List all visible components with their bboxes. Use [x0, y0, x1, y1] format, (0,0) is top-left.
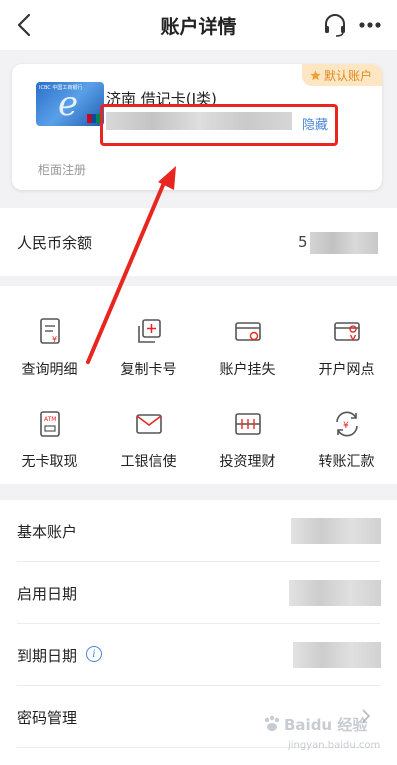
svg-text:¥: ¥ [343, 421, 349, 431]
function-icbc-messenger[interactable]: 工银信使 [99, 394, 198, 474]
star-icon [310, 69, 321, 80]
info-icon[interactable]: i [86, 646, 102, 662]
copy-card-icon [137, 319, 161, 343]
headset-icon[interactable] [322, 12, 348, 38]
balance-visible-digit: 5 [298, 233, 308, 251]
function-label: 账户挂失 [219, 362, 276, 378]
svg-text:¥: ¥ [52, 335, 57, 344]
card-logo-e: e [58, 84, 79, 124]
function-investment[interactable]: 投资理财 [198, 394, 297, 474]
detail-row-expiry-date[interactable]: 到期日期 i [0, 624, 397, 686]
function-label: 转账汇款 [318, 454, 375, 470]
function-cardless-cash[interactable]: ATM 无卡取现 [0, 394, 99, 474]
account-card[interactable]: ICBC 中国工商银行 e 默认账户 济南 借记卡(I类) 隐藏 柜面注册 [12, 64, 382, 190]
baidu-watermark: Baidu 经验 jingyan.baidu.com [262, 712, 394, 762]
function-label: 无卡取现 [21, 454, 78, 470]
function-grid: ¥ 查询明细 复制卡号 账户挂失 开户网点 ATM 无卡取现 工银信使 投资理财… [0, 286, 397, 484]
function-label: 投资理财 [219, 454, 276, 470]
branch-location-icon [333, 322, 360, 341]
detail-label: 到期日期 [17, 647, 78, 665]
balance-label: 人民币余额 [17, 233, 93, 252]
function-label: 复制卡号 [120, 362, 177, 378]
detail-label: 密码管理 [17, 709, 78, 727]
default-account-badge: 默认账户 [301, 64, 382, 86]
top-bar: 账户详情 [0, 0, 397, 50]
default-badge-label: 默认账户 [323, 68, 372, 83]
detail-row-basic-account[interactable]: 基本账户 [0, 500, 397, 562]
more-dots-icon[interactable] [356, 12, 384, 38]
function-transfer[interactable]: ¥ 转账汇款 [297, 394, 396, 474]
detail-row-start-date[interactable]: 启用日期 [0, 562, 397, 624]
detail-value-masked [291, 518, 381, 544]
function-label: 查询明细 [21, 362, 78, 378]
statement-icon: ¥ [39, 318, 60, 344]
detail-value-masked [289, 580, 381, 606]
watermark-url: jingyan.baidu.com [288, 740, 381, 751]
paw-logo-icon [264, 715, 280, 731]
balance-masked [310, 232, 378, 254]
function-report-loss[interactable]: 账户挂失 [198, 302, 297, 382]
function-label: 工银信使 [120, 454, 177, 470]
report-loss-icon [234, 322, 261, 341]
watermark-brand: Baidu 经验 [284, 716, 368, 734]
function-copy-card[interactable]: 复制卡号 [99, 302, 198, 382]
unionpay-logo-icon [87, 114, 101, 123]
atm-icon: ATM [39, 411, 60, 437]
function-label: 开户网点 [318, 362, 375, 378]
detail-label: 基本账户 [17, 523, 78, 541]
investment-icon [234, 413, 261, 435]
transfer-icon: ¥ [335, 411, 358, 437]
bank-card-image: ICBC 中国工商银行 e [36, 82, 104, 126]
page-title: 账户详情 [160, 15, 237, 38]
balance-row[interactable]: 人民币余额 5 [0, 208, 397, 276]
register-channel: 柜面注册 [38, 163, 87, 177]
back-icon[interactable] [10, 10, 40, 40]
svg-text:ATM: ATM [44, 416, 56, 423]
envelope-icon [135, 414, 162, 434]
detail-value-masked [293, 642, 381, 668]
detail-label: 启用日期 [17, 585, 78, 603]
function-branch[interactable]: 开户网点 [297, 302, 396, 382]
function-query-statement[interactable]: ¥ 查询明细 [0, 302, 99, 382]
annotation-highlight-box [100, 104, 338, 146]
